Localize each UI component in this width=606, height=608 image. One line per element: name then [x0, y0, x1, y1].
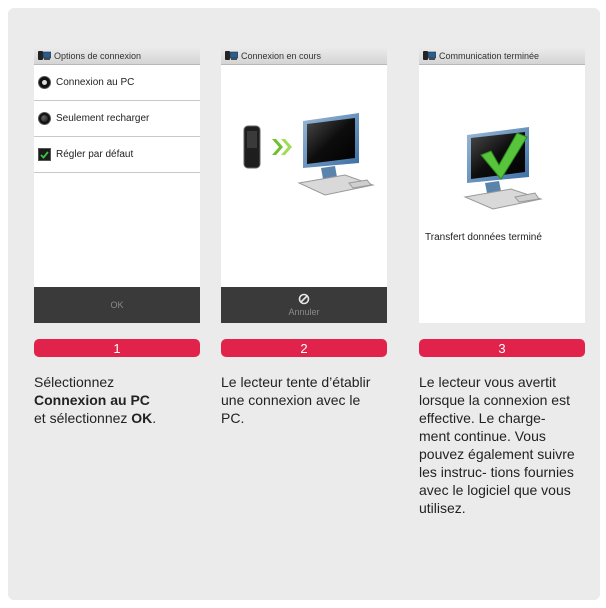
checkbox-checked-icon[interactable] [38, 148, 51, 161]
option-connect-pc[interactable]: Connexion au PC [34, 65, 200, 101]
ok-button-label: OK [110, 300, 124, 310]
transfer-complete-message: Transfert données terminé [425, 232, 542, 243]
step-3-caption: Le lecteur vous avertit lorsque la conne… [419, 374, 575, 516]
screen-title: Communication terminée [439, 50, 540, 61]
step-badge-2: 2 [221, 339, 387, 357]
meter-to-pc-connection-illustration [243, 113, 375, 196]
caption-text: Sélectionnez [34, 374, 115, 390]
title-bar: Connexion en cours [221, 47, 387, 65]
cancel-button-label: Annuler [288, 307, 320, 317]
device-icon [225, 50, 238, 61]
caption-text: et sélectionnez [34, 410, 128, 426]
option-label: Connexion au PC [56, 77, 135, 88]
step-badge-3: 3 [419, 339, 585, 357]
instructions-panel: Options de connexion Connexion au PC Seu… [8, 8, 600, 600]
option-label: Seulement recharger [56, 113, 150, 124]
title-bar: Communication terminée [419, 47, 585, 65]
radio-selected-icon[interactable] [38, 76, 51, 89]
step-1-caption: Sélectionnez Connexion au PC et sélectio… [34, 373, 202, 427]
caption-bold-ok: OK [131, 410, 153, 426]
device-icon [38, 50, 51, 61]
screen-communication-done: Communication terminée Transfert données… [419, 47, 585, 323]
step-2-caption: Le lecteur tente d’établir une connexion… [221, 374, 371, 426]
radio-unselected-icon[interactable] [38, 112, 51, 125]
option-set-default[interactable]: Régler par défaut [34, 137, 200, 173]
cancel-button[interactable]: Annuler [221, 287, 387, 323]
screen-title: Options de connexion [54, 50, 142, 61]
option-charge-only[interactable]: Seulement recharger [34, 101, 200, 137]
device-icon [423, 50, 436, 61]
pc-checkmark-illustration [463, 127, 543, 210]
cancel-icon [298, 293, 310, 305]
ok-button[interactable]: OK [34, 287, 200, 323]
caption-bold-connect-pc: Connexion au PC [34, 392, 150, 408]
title-bar: Options de connexion [34, 47, 200, 65]
step-badge-1: 1 [34, 339, 200, 357]
caption-text: . [152, 410, 157, 426]
screen-connecting: Connexion en cours Annuler [221, 47, 387, 323]
screen-connection-options: Options de connexion Connexion au PC Seu… [34, 47, 200, 323]
option-label: Régler par défaut [56, 149, 134, 160]
screen-title: Connexion en cours [241, 50, 322, 61]
